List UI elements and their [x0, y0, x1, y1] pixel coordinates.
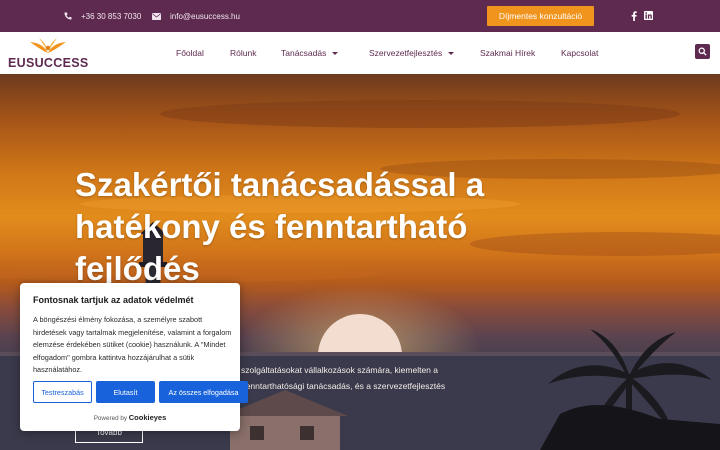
search-icon — [698, 47, 707, 56]
envelope-icon — [152, 12, 161, 20]
logo-wings-icon — [30, 38, 66, 53]
phone-link[interactable]: +36 30 853 7030 — [64, 0, 141, 32]
linkedin-icon[interactable] — [643, 10, 653, 21]
cookie-dialog-title: Fontosnak tartjuk az adatok védelmét — [33, 295, 194, 305]
logo-text: EUSUCCESS — [8, 56, 89, 70]
cookie-consent-dialog: Fontosnak tartjuk az adatok védelmét A b… — [20, 283, 248, 431]
phone-number: +36 30 853 7030 — [81, 11, 142, 21]
search-button[interactable] — [695, 44, 710, 59]
main-header: EUSUCCESS Főoldal Rólunk Tanácsadás Szer… — [0, 32, 720, 74]
facebook-icon[interactable] — [629, 10, 639, 21]
nav-item-label: Főoldal — [176, 48, 204, 58]
phone-icon — [64, 12, 72, 20]
free-consultation-button[interactable]: Díjmentes konzultáció — [487, 6, 594, 26]
nav-item-label: Kapcsolat — [561, 48, 599, 58]
nav-item-label: Szakmai Hírek — [480, 48, 536, 58]
accept-all-button[interactable]: Az összes elfogadása — [159, 381, 248, 403]
hero-description: ói szolgáltatásokat vállalkozások számár… — [232, 362, 492, 394]
nav-item-label: Szervezetfejlesztés — [369, 48, 443, 58]
email-address: info@eusuccess.hu — [170, 11, 240, 21]
reject-button[interactable]: Elutasít — [96, 381, 155, 403]
caret-down-icon — [332, 51, 339, 55]
nav-item-label: Rólunk — [230, 48, 257, 58]
nav-item-szakmai-hirek[interactable]: Szakmai Hírek — [480, 32, 535, 74]
nav-item-tanacsadas[interactable]: Tanácsadás — [281, 32, 339, 74]
nav-item-kapcsolat[interactable]: Kapcsolat — [561, 32, 598, 74]
hero-title: Szakértői tanácsadással a hatékony és fe… — [75, 166, 485, 287]
powered-by: Powered by Cookieyes — [20, 413, 240, 422]
caret-down-icon — [448, 51, 455, 55]
powered-by-label: Powered by — [93, 415, 127, 422]
nav-item-szervezetfejlesztes[interactable]: Szervezetfejlesztés — [369, 32, 455, 74]
top-bar: +36 30 853 7030 info@eusuccess.hu Díjmen… — [0, 0, 720, 32]
nav-item-rolunk[interactable]: Rólunk — [230, 32, 256, 74]
cookieyes-logo[interactable]: Cookieyes — [129, 413, 167, 422]
site-logo[interactable]: EUSUCCESS — [8, 36, 88, 70]
hero-description-line: es fenntarthatósági tanácsadás, és a sze… — [232, 381, 446, 391]
cookie-dialog-text: A böngészési élmény fokozása, a személyr… — [33, 315, 232, 374]
hero-description-line: ói szolgáltatásokat vállalkozások számár… — [232, 365, 438, 375]
email-link[interactable]: info@eusuccess.hu — [152, 0, 240, 32]
customize-button[interactable]: Testreszabás — [33, 381, 92, 403]
nav-item-label: Tanácsadás — [281, 48, 327, 58]
nav-item-fooldal[interactable]: Főoldal — [176, 32, 204, 74]
